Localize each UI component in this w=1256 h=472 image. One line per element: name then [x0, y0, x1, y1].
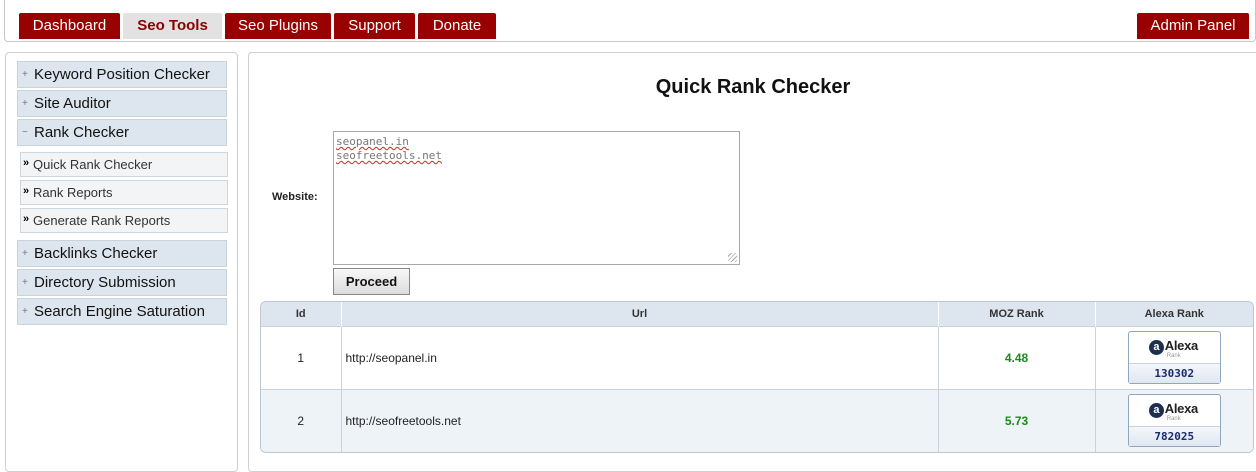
sidebar-item-label: Site Auditor: [34, 95, 111, 112]
cell-alexa-rank: a Alexa Rank 130302: [1094, 325, 1253, 389]
alexa-brand: Alexa: [1164, 338, 1199, 353]
sidebar-item-directory-submission[interactable]: + Directory Submission: [17, 269, 227, 296]
double-chevron-icon: »: [23, 185, 30, 197]
top-nav: Dashboard Seo Tools Seo Plugins Support …: [4, 0, 1256, 42]
collapse-icon: −: [22, 127, 28, 138]
sidebar-item-search-engine-saturation[interactable]: + Search Engine Saturation: [17, 298, 227, 325]
alexa-rank-value: 130302: [1128, 363, 1220, 383]
column-header-url: Url: [340, 302, 938, 326]
expand-icon: +: [22, 98, 28, 109]
column-header-moz-rank: MOZ Rank: [937, 302, 1095, 326]
alexa-subtitle: Rank: [1166, 353, 1181, 359]
sidebar-item-site-auditor[interactable]: + Site Auditor: [17, 90, 227, 117]
cell-alexa-rank: a Alexa Rank 782025: [1094, 388, 1253, 452]
sidebar-item-backlinks-checker[interactable]: + Backlinks Checker: [17, 240, 227, 267]
results-table: Id Url MOZ Rank Alexa Rank 1 http://seop…: [260, 301, 1254, 453]
alexa-icon: a: [1148, 403, 1164, 419]
sidebar-item-rank-checker[interactable]: − Rank Checker: [17, 119, 227, 146]
sidebar-item-label: Backlinks Checker: [34, 245, 158, 262]
cell-id: 2: [261, 388, 341, 452]
table-header-row: Id Url MOZ Rank Alexa Rank: [261, 302, 1253, 326]
cell-id: 1: [261, 325, 341, 389]
alexa-rank-badge[interactable]: a Alexa Rank 782025: [1127, 394, 1221, 448]
sidebar: + Keyword Position Checker + Site Audito…: [5, 52, 238, 472]
sidebar-item-keyword-position-checker[interactable]: + Keyword Position Checker: [17, 61, 227, 88]
tab-seo-tools[interactable]: Seo Tools: [123, 13, 222, 39]
sidebar-item-label: Keyword Position Checker: [34, 66, 210, 83]
website-label: Website:: [272, 191, 318, 203]
column-header-alexa-rank: Alexa Rank: [1094, 302, 1253, 326]
proceed-button[interactable]: Proceed: [333, 268, 410, 295]
sidebar-subitem-label: Quick Rank Checker: [33, 157, 153, 172]
expand-icon: +: [22, 248, 28, 259]
tab-dashboard[interactable]: Dashboard: [19, 13, 120, 39]
sidebar-item-label: Directory Submission: [34, 274, 176, 291]
alexa-rank-value: 782025: [1128, 426, 1220, 447]
sidebar-item-label: Rank Checker: [34, 124, 130, 141]
tab-donate[interactable]: Donate: [418, 13, 496, 39]
expand-icon: +: [22, 306, 28, 317]
tab-seo-plugins[interactable]: Seo Plugins: [225, 13, 331, 39]
sidebar-subitem-generate-rank-reports[interactable]: » Generate Rank Reports: [20, 208, 228, 233]
alexa-subtitle: Rank: [1166, 416, 1181, 423]
website-line: seofreetools.net: [336, 149, 737, 163]
page-title: Quick Rank Checker: [655, 76, 851, 98]
expand-icon: +: [22, 69, 28, 80]
resize-handle[interactable]: [728, 253, 737, 262]
table-row: 2 http://seofreetools.net 5.73 a Alexa Ra…: [261, 388, 1253, 452]
expand-icon: +: [22, 277, 28, 288]
cell-url: http://seopanel.in: [340, 325, 938, 389]
sidebar-subitem-label: Generate Rank Reports: [33, 213, 171, 228]
sidebar-subitem-quick-rank-checker[interactable]: » Quick Rank Checker: [20, 152, 228, 177]
table-row: 1 http://seopanel.in 4.48 a Alexa Rank 13…: [261, 325, 1253, 389]
cell-moz-rank: 4.48: [937, 325, 1095, 389]
column-header-id: Id: [261, 302, 341, 326]
cell-moz-rank: 5.73: [937, 388, 1095, 452]
double-chevron-icon: »: [23, 213, 30, 225]
website-textarea[interactable]: seopanel.in seofreetools.net: [333, 131, 740, 265]
alexa-rank-badge[interactable]: a Alexa Rank 130302: [1127, 331, 1221, 384]
tab-admin-panel[interactable]: Admin Panel: [1137, 13, 1249, 39]
website-name: seopanel.in: [336, 135, 409, 148]
alexa-icon: a: [1148, 340, 1164, 355]
website-line: seopanel.in: [336, 135, 737, 149]
sidebar-item-label: Search Engine Saturation: [34, 303, 205, 320]
sidebar-subitem-rank-reports[interactable]: » Rank Reports: [20, 180, 228, 205]
alexa-brand: Alexa: [1164, 401, 1199, 417]
tab-support[interactable]: Support: [334, 13, 415, 39]
sidebar-subitem-label: Rank Reports: [33, 185, 113, 200]
double-chevron-icon: »: [23, 157, 30, 169]
cell-url: http://seofreetools.net: [340, 388, 938, 452]
main-panel: Quick Rank Checker Website: seopanel.in …: [248, 52, 1256, 472]
website-name: seofreetools.net: [336, 149, 442, 162]
